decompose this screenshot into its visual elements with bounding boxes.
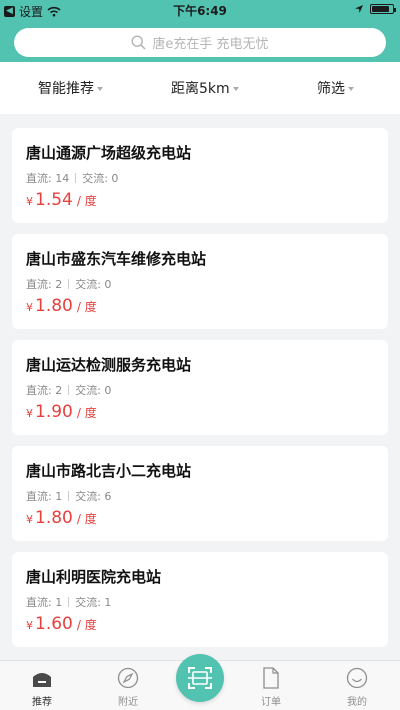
tab-orders[interactable]: 订单 xyxy=(241,665,301,708)
tab-label: 推荐 xyxy=(32,697,52,708)
search-icon xyxy=(131,35,146,50)
charger-counts: 直流: 2 交流: 0 xyxy=(26,382,111,398)
station-name: 唐山市路北吉小二充电站 xyxy=(26,462,192,480)
station-card[interactable]: 唐山市盛东汽车维修充电站 直流: 2 交流: 0 ¥ 1.80 / 度 xyxy=(12,234,388,329)
ac-count: 交流: 0 xyxy=(82,172,119,185)
currency-symbol: ¥ xyxy=(26,513,33,526)
ac-count: 交流: 6 xyxy=(75,490,112,503)
charger-counts: 直流: 1 交流: 1 xyxy=(26,594,111,610)
ac-count: 交流: 0 xyxy=(75,384,112,397)
station-price: ¥ 1.90 / 度 xyxy=(26,402,97,422)
price-unit: / 度 xyxy=(76,300,97,314)
filter-bar: 智能推荐 距离5km 筛选 xyxy=(0,62,400,114)
station-name: 唐山市盛东汽车维修充电站 xyxy=(26,250,207,268)
scan-icon xyxy=(188,667,212,689)
station-list: 唐山通源广场超级充电站 直流: 14 交流: 0 ¥ 1.54 / 度 唐山市盛… xyxy=(12,128,388,658)
currency-symbol: ¥ xyxy=(26,619,33,632)
station-price: ¥ 1.80 / 度 xyxy=(26,508,97,528)
compass-icon xyxy=(117,667,139,689)
home-icon xyxy=(33,673,51,687)
charger-counts: 直流: 2 交流: 0 xyxy=(26,276,111,292)
tab-mine[interactable]: 我的 xyxy=(327,665,387,708)
ac-count: 交流: 1 xyxy=(75,596,112,609)
currency-symbol: ¥ xyxy=(26,407,33,420)
header-bar: ◀ 设置 下午6:49 唐e充在手 充电无忧 xyxy=(0,0,400,62)
tab-nearby[interactable]: 附近 xyxy=(98,665,158,708)
scan-button[interactable] xyxy=(176,654,224,702)
dc-count: 直流: 1 xyxy=(26,596,63,609)
station-price: ¥ 1.54 / 度 xyxy=(26,190,97,210)
caret-down-icon xyxy=(348,87,354,91)
dc-count: 直流: 2 xyxy=(26,278,63,291)
currency-symbol: ¥ xyxy=(26,195,33,208)
price-unit: / 度 xyxy=(76,406,97,420)
caret-down-icon xyxy=(97,87,103,91)
divider xyxy=(68,279,70,289)
divider xyxy=(68,491,70,501)
tab-label: 我的 xyxy=(347,697,367,708)
price-unit: / 度 xyxy=(76,194,97,208)
status-bar: ◀ 设置 下午6:49 xyxy=(0,0,400,20)
filter-label: 距离5km xyxy=(171,81,230,97)
price-unit: / 度 xyxy=(76,512,97,526)
filter-label: 筛选 xyxy=(317,81,345,97)
station-card[interactable]: 唐山通源广场超级充电站 直流: 14 交流: 0 ¥ 1.54 / 度 xyxy=(12,128,388,223)
station-card[interactable]: 唐山市路北吉小二充电站 直流: 1 交流: 6 ¥ 1.80 / 度 xyxy=(12,446,388,541)
divider xyxy=(68,385,70,395)
tab-recommend[interactable]: 推荐 xyxy=(12,665,72,708)
divider xyxy=(75,173,77,183)
divider xyxy=(68,597,70,607)
charger-counts: 直流: 14 交流: 0 xyxy=(26,170,118,186)
price-value: 1.90 xyxy=(35,402,73,422)
station-card[interactable]: 唐山运达检测服务充电站 直流: 2 交流: 0 ¥ 1.90 / 度 xyxy=(12,340,388,435)
price-unit: / 度 xyxy=(76,618,97,632)
filter-smart-recommend[interactable]: 智能推荐 xyxy=(38,62,103,114)
ac-count: 交流: 0 xyxy=(75,278,112,291)
price-value: 1.54 xyxy=(35,190,73,210)
tab-label: 订单 xyxy=(261,697,281,708)
location-arrow-icon xyxy=(355,5,363,13)
smiley-icon xyxy=(346,667,368,689)
filter-distance[interactable]: 距离5km xyxy=(171,62,239,114)
dc-count: 直流: 1 xyxy=(26,490,63,503)
tab-label: 附近 xyxy=(118,697,138,708)
price-value: 1.80 xyxy=(35,508,73,528)
dc-count: 直流: 14 xyxy=(26,172,70,185)
station-name: 唐山运达检测服务充电站 xyxy=(26,356,192,374)
price-value: 1.80 xyxy=(35,296,73,316)
station-price: ¥ 1.80 / 度 xyxy=(26,296,97,316)
filter-label: 智能推荐 xyxy=(38,81,94,97)
filter-screen[interactable]: 筛选 xyxy=(317,62,354,114)
dc-count: 直流: 2 xyxy=(26,384,63,397)
caret-down-icon xyxy=(232,87,239,91)
station-price: ¥ 1.60 / 度 xyxy=(26,614,97,634)
station-name: 唐山利明医院充电站 xyxy=(26,568,162,586)
status-time: 下午6:49 xyxy=(173,4,227,18)
station-name: 唐山通源广场超级充电站 xyxy=(26,144,192,162)
charger-counts: 直流: 1 交流: 6 xyxy=(26,488,111,504)
currency-symbol: ¥ xyxy=(26,301,33,314)
search-input[interactable]: 唐e充在手 充电无忧 xyxy=(14,28,386,57)
document-icon xyxy=(263,667,279,689)
battery-icon xyxy=(370,4,396,14)
price-value: 1.60 xyxy=(35,614,73,634)
station-card[interactable]: 唐山利明医院充电站 直流: 1 交流: 1 ¥ 1.60 / 度 xyxy=(12,552,388,647)
search-placeholder: 唐e充在手 充电无忧 xyxy=(152,37,269,52)
